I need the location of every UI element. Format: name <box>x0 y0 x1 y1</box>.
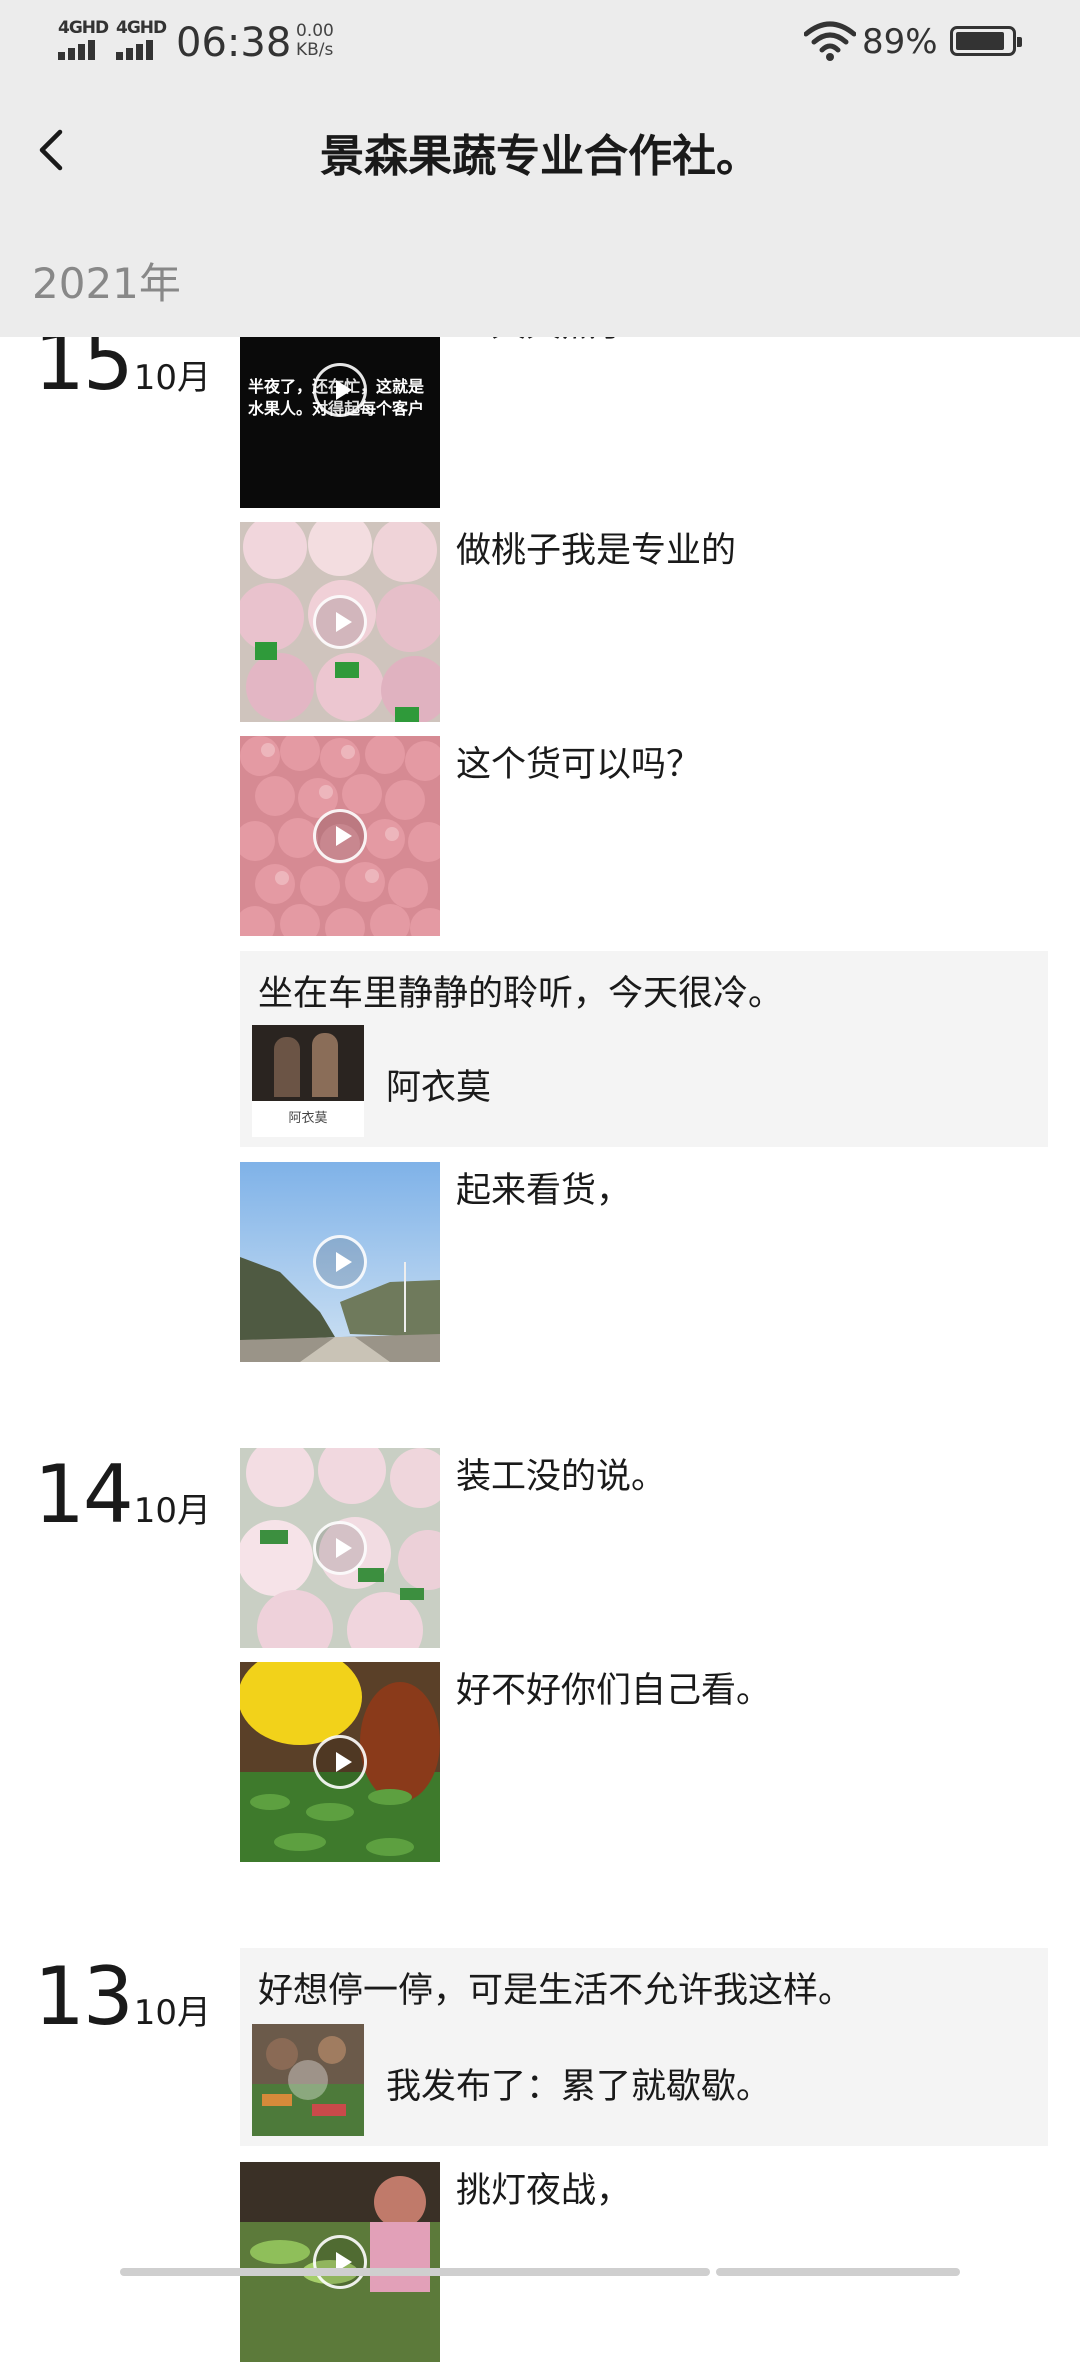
date-month: 10月 <box>133 1993 212 2033</box>
play-icon <box>313 1735 367 1789</box>
post-caption: 挑灯夜战， <box>456 2171 632 2211</box>
play-icon <box>313 1521 367 1575</box>
signal-icon: 4GHD <box>116 18 180 62</box>
play-icon <box>313 1235 367 1289</box>
date-label: 1310月 <box>34 1950 211 2043</box>
video-thumbnail[interactable]: 半夜了，还在忙，这就是水果人。对得起每个客户 <box>240 308 440 508</box>
page-title: 景森果蔬专业合作社。 <box>320 131 760 182</box>
video-thumbnail[interactable] <box>240 2162 440 2362</box>
play-icon <box>313 2235 367 2289</box>
post-caption: 这个货可以吗？ <box>456 745 702 785</box>
post-caption: 好不好你们自己看。 <box>456 1671 772 1711</box>
shared-post[interactable]: 好想停一停，可是生活不允许我这样。 我发布了：累了就歇歇。 <box>240 1948 1048 2146</box>
play-icon <box>313 595 367 649</box>
date-day: 14 <box>34 1448 134 1541</box>
status-time: 06:38 <box>176 20 292 66</box>
video-thumbnail[interactable] <box>240 1162 440 1362</box>
music-title: 阿衣莫 <box>386 1068 492 1108</box>
shared-post-text: 坐在车里静静的聆听，今天很冷。 <box>258 974 784 1014</box>
network-speed: 0.00 KB/s <box>296 22 334 60</box>
date-month: 10月 <box>133 358 212 398</box>
status-bar: 4GHD 4GHD 06:38 0.00 KB/s 89% <box>0 0 1080 86</box>
battery-percent: 89% <box>862 22 938 62</box>
post-caption: 做桃子我是专业的 <box>456 531 737 571</box>
album-cover[interactable]: 阿衣莫 <box>252 1025 364 1137</box>
play-icon <box>313 363 367 417</box>
video-thumbnail[interactable] <box>240 522 440 722</box>
moments-feed: 1510月 半夜了，还在忙，这就是水果人。对得起每个客户 …天天黑了 做桃子我是… <box>0 0 1080 2362</box>
album-cover-title: 阿衣莫 <box>288 1111 328 1126</box>
scroll-indicator <box>120 2268 710 2276</box>
network-type: 4GHD <box>116 18 167 38</box>
video-thumbnail[interactable] <box>240 736 440 936</box>
post-caption: 起来看货， <box>456 1171 632 1211</box>
signal-icon: 4GHD <box>58 18 122 62</box>
shared-music-post[interactable]: 坐在车里静静的聆听，今天很冷。 阿衣莫 阿衣莫 <box>240 951 1048 1147</box>
wifi-icon <box>804 21 856 61</box>
scroll-indicator <box>716 2268 960 2276</box>
video-thumbnail[interactable] <box>240 1662 440 1862</box>
battery-level <box>956 32 1004 50</box>
network-speed-value: 0.00 <box>296 21 334 41</box>
play-icon <box>288 2060 328 2100</box>
date-label: 1410月 <box>34 1448 211 1541</box>
shared-post-label: 我发布了：累了就歇歇。 <box>386 2067 772 2107</box>
top-bar: 4GHD 4GHD 06:38 0.00 KB/s 89% 景森果蔬专业合作社。… <box>0 0 1080 337</box>
year-label: 2021年 <box>32 259 181 308</box>
network-speed-unit: KB/s <box>296 40 334 60</box>
date-day: 13 <box>34 1950 134 2043</box>
video-thumbnail[interactable] <box>240 1448 440 1648</box>
shared-post-text: 好想停一停，可是生活不允许我这样。 <box>258 1971 854 2011</box>
battery-icon <box>950 26 1022 56</box>
post-caption: 装工没的说。 <box>456 1457 667 1497</box>
shared-thumbnail[interactable] <box>252 2024 364 2136</box>
date-month: 10月 <box>133 1491 212 1531</box>
play-icon <box>313 809 367 863</box>
network-type: 4GHD <box>58 18 109 38</box>
